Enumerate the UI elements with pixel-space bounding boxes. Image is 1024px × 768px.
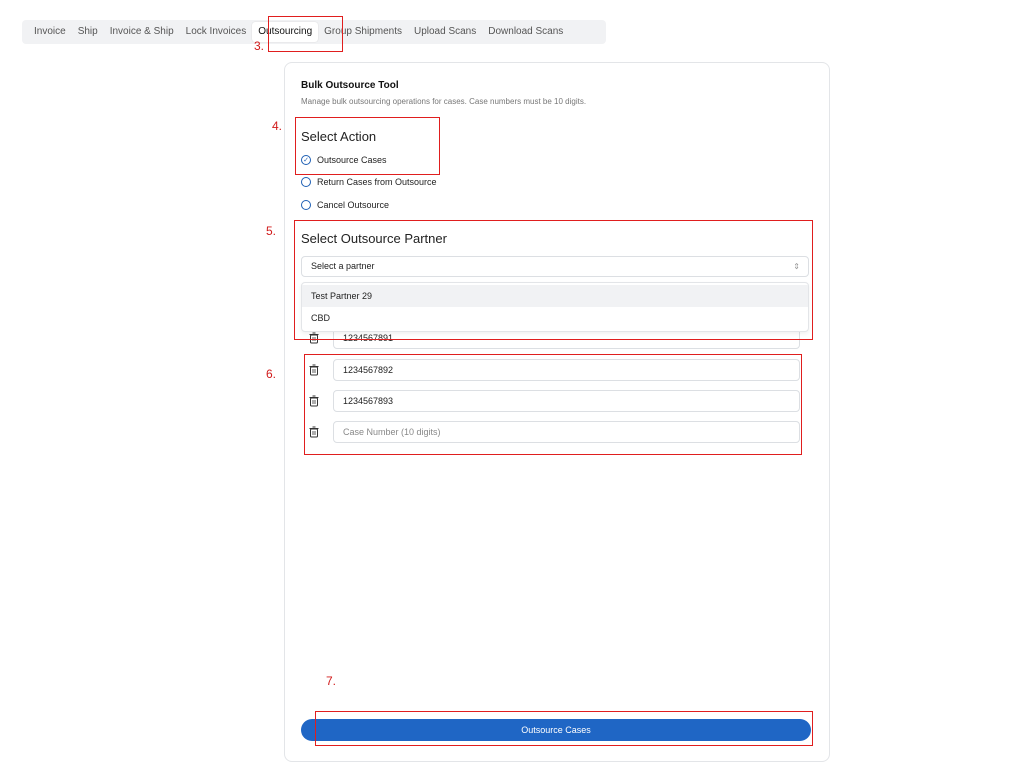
trash-icon[interactable]	[309, 332, 319, 344]
outsource-cases-button[interactable]: Outsource Cases	[301, 719, 811, 741]
annotation-label-7: 7.	[326, 674, 337, 688]
radio-label: Outsource Cases	[317, 155, 387, 165]
radio-outsource-cases[interactable]: ✓ Outsource Cases	[301, 155, 387, 165]
radio-return-cases[interactable]: Return Cases from Outsource	[301, 177, 437, 187]
case-number-input[interactable]	[333, 421, 800, 443]
tab-group-shipments[interactable]: Group Shipments	[318, 20, 408, 44]
tab-download-scans[interactable]: Download Scans	[482, 20, 569, 44]
tab-invoice[interactable]: Invoice	[28, 20, 72, 44]
dropdown-option-test-partner-29[interactable]: Test Partner 29	[302, 285, 808, 307]
case-row	[305, 390, 811, 412]
bulk-outsource-card: Bulk Outsource Tool Manage bulk outsourc…	[284, 62, 830, 762]
radio-cancel-outsource[interactable]: Cancel Outsource	[301, 200, 389, 210]
tab-invoice-ship[interactable]: Invoice & Ship	[104, 20, 180, 44]
select-action-title: Select Action	[301, 129, 377, 144]
tab-upload-scans[interactable]: Upload Scans	[408, 20, 482, 44]
radio-unchecked-icon	[301, 200, 311, 210]
card-title: Bulk Outsource Tool	[301, 80, 399, 91]
radio-checked-icon: ✓	[301, 155, 311, 165]
annotation-label-5: 5.	[266, 224, 277, 238]
trash-icon[interactable]	[309, 395, 319, 407]
page: Invoice Ship Invoice & Ship Lock Invoice…	[0, 0, 1024, 768]
select-partner-title: Select Outsource Partner	[301, 231, 447, 246]
case-number-input[interactable]	[333, 390, 800, 412]
radio-label: Return Cases from Outsource	[317, 177, 437, 187]
annotation-label-6: 6.	[266, 367, 277, 381]
trash-icon[interactable]	[309, 364, 319, 376]
partner-select-value: Select a partner	[311, 261, 375, 271]
card-description: Manage bulk outsourcing operations for c…	[301, 97, 587, 106]
radio-unchecked-icon	[301, 177, 311, 187]
tab-lock-invoices[interactable]: Lock Invoices	[180, 20, 253, 44]
tab-ship[interactable]: Ship	[72, 20, 104, 44]
case-row	[305, 421, 811, 443]
radio-label: Cancel Outsource	[317, 200, 390, 210]
annotation-label-4: 4.	[272, 119, 283, 133]
dropdown-option-cbd[interactable]: CBD	[302, 307, 808, 329]
case-row	[305, 359, 811, 381]
case-number-input[interactable]	[333, 359, 800, 381]
partner-dropdown-menu: Test Partner 29 CBD	[301, 282, 809, 332]
partner-select[interactable]: Select a partner ⇕	[301, 256, 809, 277]
trash-icon[interactable]	[309, 426, 319, 438]
annotation-label-3: 3.	[254, 39, 265, 53]
tab-bar: Invoice Ship Invoice & Ship Lock Invoice…	[22, 20, 606, 44]
chevron-up-down-icon: ⇕	[793, 262, 800, 271]
